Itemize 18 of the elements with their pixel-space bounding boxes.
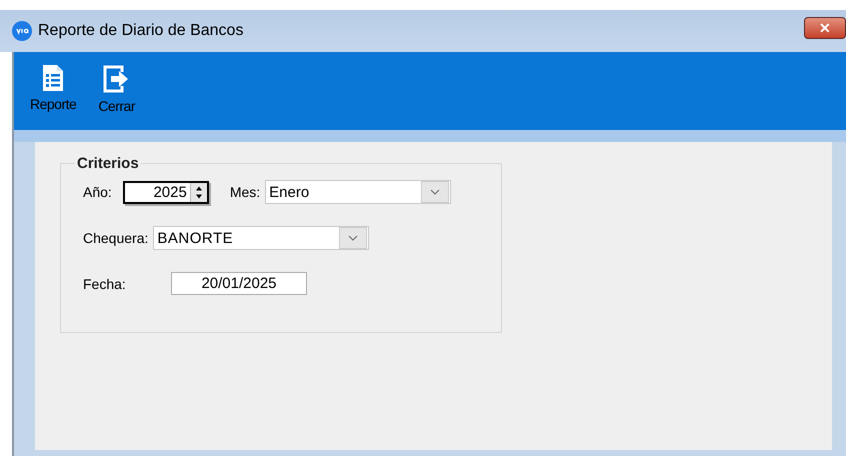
month-dropdown[interactable]: Enero [265,180,452,204]
date-field[interactable]: 20/01/2025 [171,272,307,295]
close-form-button[interactable]: Cerrar [98,64,135,114]
chevron-down-icon [430,189,440,195]
year-label: Año: [83,184,112,200]
report-button[interactable]: Reporte [30,64,76,112]
year-spinner[interactable]: 2025 [122,180,209,204]
close-button[interactable]: ✕ [804,17,846,39]
document-list-icon [42,64,64,92]
checkbook-label: Chequera: [83,230,148,246]
group-title: Criterios [76,155,140,172]
app-logo-icon [12,21,32,41]
spin-arrows-icon [190,182,207,202]
month-label: Mes: [230,184,260,200]
chevron-down-icon [348,235,358,241]
date-label: Fecha: [83,276,127,292]
window-title: Reporte de Diario de Bancos [38,22,244,40]
checkbook-dropdown[interactable]: BANORTE [153,226,370,250]
